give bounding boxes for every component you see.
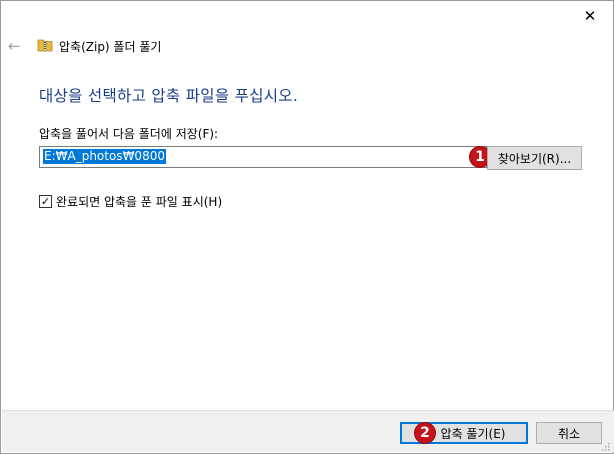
- close-icon: ✕: [583, 7, 597, 25]
- show-files-label: 완료되면 압축을 푼 파일 표시(H): [56, 195, 223, 209]
- zip-folder-icon: [37, 37, 53, 56]
- instruction-heading: 대상을 선택하고 압축 파일을 푸십시오.: [39, 87, 299, 105]
- dialog-title-row: 압축(Zip) 폴더 풀기: [37, 37, 161, 55]
- checkmark-icon: ✓: [40, 195, 51, 208]
- destination-path-value: E:₩A_photos₩0800: [43, 149, 166, 164]
- step-badge-2: 2: [414, 422, 436, 444]
- show-files-option[interactable]: ✓ 완료되면 압축을 푼 파일 표시(H): [39, 193, 222, 210]
- cancel-button[interactable]: 취소: [536, 422, 602, 444]
- extract-zip-dialog: ✕ ← 압축(Zip) 폴더 풀기 대상을 선택하고 압축 파일을 푸십시오. …: [0, 0, 614, 454]
- destination-path-input[interactable]: E:₩A_photos₩0800: [39, 146, 487, 168]
- show-files-checkbox[interactable]: ✓: [39, 195, 52, 208]
- back-arrow-icon: ←: [8, 37, 21, 55]
- browse-button[interactable]: 찾아보기(R)...: [487, 146, 582, 170]
- dialog-title: 압축(Zip) 폴더 풀기: [59, 39, 162, 54]
- back-button[interactable]: ←: [8, 37, 26, 55]
- close-button[interactable]: ✕: [575, 3, 605, 29]
- resize-grip-icon[interactable]: [600, 440, 610, 451]
- destination-label: 압축을 풀어서 다음 폴더에 저장(F):: [39, 127, 219, 141]
